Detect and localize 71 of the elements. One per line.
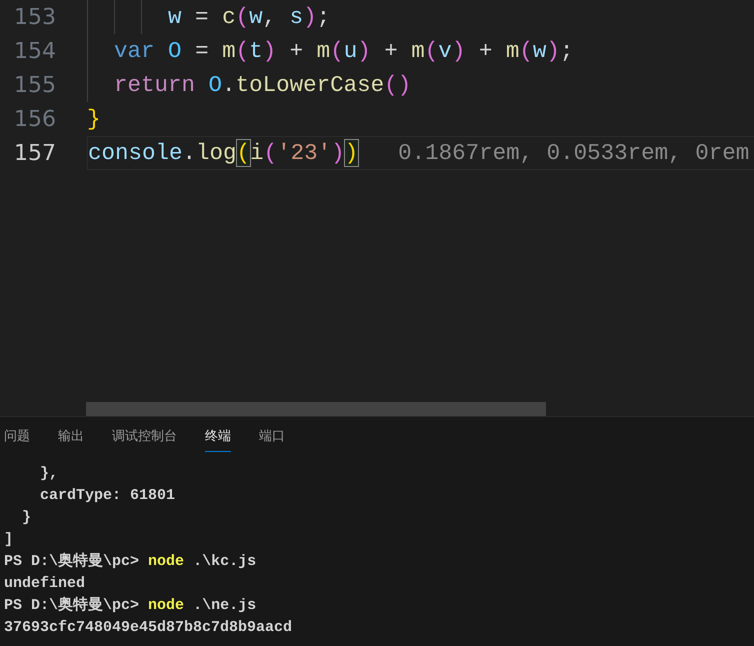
code-token: ( bbox=[236, 140, 250, 166]
terminal-text: } bbox=[22, 509, 32, 526]
code-token: . bbox=[222, 72, 236, 98]
code-token: '23' bbox=[277, 140, 332, 166]
code-token: + bbox=[290, 38, 304, 64]
line-number: 157 bbox=[13, 140, 56, 166]
code-token: ) bbox=[262, 38, 276, 64]
line-number: 154 bbox=[13, 38, 56, 64]
line-number: 153 bbox=[13, 4, 56, 30]
inlay-hint: 0.1867rem, 0.0533rem, 0rem bbox=[398, 140, 750, 166]
code-token: v bbox=[438, 38, 452, 64]
code-token: = bbox=[195, 4, 210, 30]
code-token: var bbox=[114, 38, 156, 64]
terminal-text: 37693cfc748049e45d87b8c7d8b9aacd bbox=[4, 619, 292, 636]
code-token: m bbox=[222, 38, 236, 64]
terminal-text: node bbox=[148, 597, 184, 614]
code-token: ( bbox=[519, 38, 533, 64]
code-token: c bbox=[222, 4, 236, 30]
panel-tab[interactable]: 终端 bbox=[205, 422, 231, 452]
code-token: w bbox=[249, 4, 263, 30]
terminal-text: node bbox=[148, 553, 184, 570]
terminal-text: .\kc.js bbox=[193, 553, 256, 570]
panel-tab[interactable]: 端口 bbox=[259, 422, 285, 452]
code-token: ( bbox=[236, 4, 250, 30]
terminal-text: PS D:\奥特曼\pc> bbox=[4, 553, 140, 570]
terminal-text: cardType: 61801 bbox=[40, 487, 176, 504]
code-token: ) bbox=[452, 38, 466, 64]
code-token: ) bbox=[331, 140, 345, 166]
line-number: 156 bbox=[13, 106, 56, 132]
code-token: return bbox=[114, 72, 196, 98]
code-token: ( bbox=[236, 38, 250, 64]
terminal-text: undefined bbox=[4, 575, 86, 592]
code-token: } bbox=[87, 106, 101, 132]
code-token: ( bbox=[264, 140, 278, 166]
code-token: O bbox=[168, 38, 182, 64]
code-token: . bbox=[182, 140, 196, 166]
code-token: O bbox=[208, 72, 222, 98]
code-token: = bbox=[195, 38, 210, 64]
code-token: m bbox=[506, 38, 520, 64]
code-token: ) bbox=[357, 38, 371, 64]
line-number: 155 bbox=[13, 72, 56, 98]
code-token: toLowerCase bbox=[236, 72, 384, 98]
code-token: ) bbox=[344, 140, 358, 166]
code-token: ( bbox=[330, 38, 344, 64]
terminal-text: }, bbox=[40, 465, 58, 482]
code-token: console bbox=[88, 140, 183, 166]
panel-tab[interactable]: 问题 bbox=[4, 422, 30, 452]
code-token: u bbox=[344, 38, 358, 64]
code-token: t bbox=[249, 38, 263, 64]
code-token: w bbox=[168, 4, 182, 30]
panel-tab[interactable]: 输出 bbox=[58, 422, 84, 452]
code-token: s bbox=[290, 4, 304, 30]
terminal-text: .\ne.js bbox=[193, 597, 256, 614]
code-token: log bbox=[196, 140, 237, 166]
code-token: ) bbox=[546, 38, 560, 64]
scrollbar-thumb[interactable] bbox=[86, 402, 546, 416]
code-token: , bbox=[262, 4, 278, 30]
code-token: ( bbox=[424, 38, 438, 64]
code-token: + bbox=[384, 38, 399, 64]
code-token: + bbox=[478, 38, 494, 64]
code-token: ; bbox=[560, 38, 574, 64]
code-token: ; bbox=[316, 4, 330, 30]
terminal-text: PS D:\奥特曼\pc> bbox=[4, 597, 140, 614]
terminal-text: ] bbox=[4, 531, 14, 548]
panel-tab[interactable]: 调试控制台 bbox=[112, 422, 177, 452]
code-token: () bbox=[384, 72, 412, 98]
code-token: i bbox=[250, 140, 264, 166]
code-token: m bbox=[411, 38, 425, 64]
code-token: w bbox=[532, 38, 546, 64]
code-token: ) bbox=[303, 4, 317, 30]
code-token: m bbox=[316, 38, 330, 64]
